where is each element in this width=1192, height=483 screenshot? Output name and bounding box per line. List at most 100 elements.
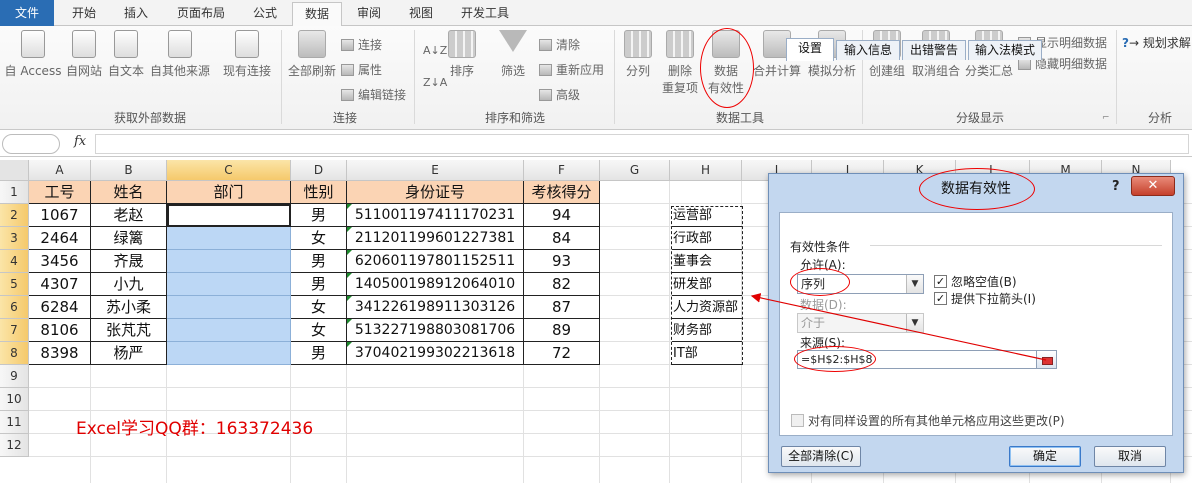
row-header-12[interactable]: 12 [0, 434, 29, 457]
tab-settings[interactable]: 设置 [786, 38, 834, 61]
advanced-filter-button[interactable]: 高级 [539, 86, 580, 103]
clear-filter-button[interactable]: 清除 [539, 36, 580, 53]
table-cell-id-number[interactable]: 211201199601227381 [347, 227, 524, 250]
table-cell-score[interactable]: 89 [524, 319, 600, 342]
apply-all-checkbox[interactable] [791, 414, 804, 427]
select-all-corner[interactable] [0, 160, 29, 181]
tab-review[interactable]: 审阅 [346, 0, 392, 26]
row-header-6[interactable]: 6 [0, 296, 29, 319]
tab-view[interactable]: 视图 [398, 0, 444, 26]
range-select-icon[interactable] [1036, 350, 1057, 369]
row-header-3[interactable]: 3 [0, 227, 29, 250]
table-cell-name[interactable]: 老赵 [91, 204, 167, 227]
table-cell-department[interactable] [167, 273, 291, 296]
tab-insert[interactable]: 插入 [112, 0, 160, 26]
dialog-launcher-icon[interactable]: ⌐ [1102, 113, 1110, 123]
table-cell-score[interactable]: 84 [524, 227, 600, 250]
table-cell-name[interactable]: 齐晟 [91, 250, 167, 273]
table-cell-gender[interactable]: 女 [291, 319, 347, 342]
sort-za-icon[interactable]: Z↓A [423, 76, 447, 89]
column-header-d[interactable]: D [291, 160, 347, 181]
chevron-down-icon[interactable]: ▼ [906, 314, 923, 332]
tab-input-message[interactable]: 输入信息 [836, 40, 900, 60]
reapply-button[interactable]: 重新应用 [539, 61, 604, 78]
fx-icon[interactable]: fx [74, 134, 86, 149]
table-cell-department[interactable] [167, 227, 291, 250]
column-header-a[interactable]: A [29, 160, 91, 181]
table-cell-department[interactable] [167, 319, 291, 342]
edit-links-button[interactable]: 编辑链接 [341, 86, 406, 103]
ignore-blank-checkbox[interactable]: ✓ [934, 275, 947, 288]
table-cell-score[interactable]: 94 [524, 204, 600, 227]
tab-home[interactable]: 开始 [60, 0, 108, 26]
table-header-cell-department[interactable]: 部门 [167, 181, 291, 204]
column-header-h[interactable]: H [670, 160, 742, 181]
table-header-cell-score[interactable]: 考核得分 [524, 181, 600, 204]
table-cell-score[interactable]: 87 [524, 296, 600, 319]
existing-connections-button[interactable]: 现有连接 [220, 30, 274, 79]
table-cell-name[interactable]: 苏小柔 [91, 296, 167, 319]
filter-button[interactable]: 筛选 [497, 30, 529, 79]
close-button[interactable]: ✕ [1131, 176, 1175, 196]
row-header-9[interactable]: 9 [0, 365, 29, 388]
remove-duplicates-button[interactable]: 删除 重复项 [660, 30, 700, 96]
table-cell-gender[interactable]: 男 [291, 342, 347, 365]
table-cell-id-number[interactable]: 511001197411170231 [347, 204, 524, 227]
table-cell-name[interactable]: 张芃芃 [91, 319, 167, 342]
table-cell-gender[interactable]: 男 [291, 204, 347, 227]
row-header-5[interactable]: 5 [0, 273, 29, 296]
table-cell-name[interactable]: 绿篱 [91, 227, 167, 250]
tab-file[interactable]: 文件 [0, 0, 54, 26]
table-cell-emp-id[interactable]: 2464 [29, 227, 91, 250]
table-cell-gender[interactable]: 男 [291, 273, 347, 296]
cancel-button[interactable]: 取消 [1094, 446, 1166, 467]
table-cell-emp-id[interactable]: 4307 [29, 273, 91, 296]
text-to-columns-button[interactable]: 分列 [620, 30, 656, 79]
tab-error-alert[interactable]: 出错警告 [902, 40, 966, 60]
table-cell-score[interactable]: 72 [524, 342, 600, 365]
refresh-all-button[interactable]: 全部刷新 [285, 30, 339, 79]
connections-button[interactable]: 连接 [341, 36, 382, 53]
name-box[interactable] [2, 134, 60, 154]
table-cell-name[interactable]: 小九 [91, 273, 167, 296]
tab-page-layout[interactable]: 页面布局 [166, 0, 236, 26]
table-cell-score[interactable]: 93 [524, 250, 600, 273]
sort-button[interactable]: 排序 [446, 30, 478, 79]
table-cell-emp-id[interactable]: 8398 [29, 342, 91, 365]
tab-ime-mode[interactable]: 输入法模式 [968, 40, 1042, 60]
row-header-2[interactable]: 2 [0, 204, 29, 227]
column-header-g[interactable]: G [600, 160, 670, 181]
table-cell-emp-id[interactable]: 3456 [29, 250, 91, 273]
table-cell-score[interactable]: 82 [524, 273, 600, 296]
table-cell-emp-id[interactable]: 6284 [29, 296, 91, 319]
table-cell-id-number[interactable]: 370402199302213618 [347, 342, 524, 365]
from-other-sources-button[interactable]: 自其他来源 [148, 30, 212, 79]
properties-button[interactable]: 属性 [341, 61, 382, 78]
table-header-cell-id-number[interactable]: 身份证号 [347, 181, 524, 204]
row-header-10[interactable]: 10 [0, 388, 29, 411]
column-header-b[interactable]: B [91, 160, 167, 181]
active-cell[interactable] [167, 204, 291, 227]
formula-input[interactable] [95, 134, 1189, 154]
row-header-8[interactable]: 8 [0, 342, 29, 365]
table-cell-id-number[interactable]: 140500198912064010 [347, 273, 524, 296]
table-cell-gender[interactable]: 男 [291, 250, 347, 273]
table-header-cell-emp-id[interactable]: 工号 [29, 181, 91, 204]
table-cell-gender[interactable]: 女 [291, 227, 347, 250]
row-header-4[interactable]: 4 [0, 250, 29, 273]
column-header-c[interactable]: C [167, 160, 291, 181]
tab-developer[interactable]: 开发工具 [450, 0, 520, 26]
tab-formulas[interactable]: 公式 [240, 0, 290, 26]
table-cell-department[interactable] [167, 342, 291, 365]
solver-button[interactable]: ?→ 规划求解 [1122, 34, 1191, 51]
dropdown-arrow-checkbox[interactable]: ✓ [934, 292, 947, 305]
row-header-1[interactable]: 1 [0, 181, 29, 204]
table-cell-emp-id[interactable]: 8106 [29, 319, 91, 342]
row-header-11[interactable]: 11 [0, 411, 29, 434]
from-web-button[interactable]: 自网站 [64, 30, 104, 79]
help-icon[interactable]: ? [1112, 179, 1120, 194]
row-header-7[interactable]: 7 [0, 319, 29, 342]
clear-all-button[interactable]: 全部清除(C) [781, 446, 861, 467]
table-header-cell-gender[interactable]: 性别 [291, 181, 347, 204]
table-cell-department[interactable] [167, 296, 291, 319]
